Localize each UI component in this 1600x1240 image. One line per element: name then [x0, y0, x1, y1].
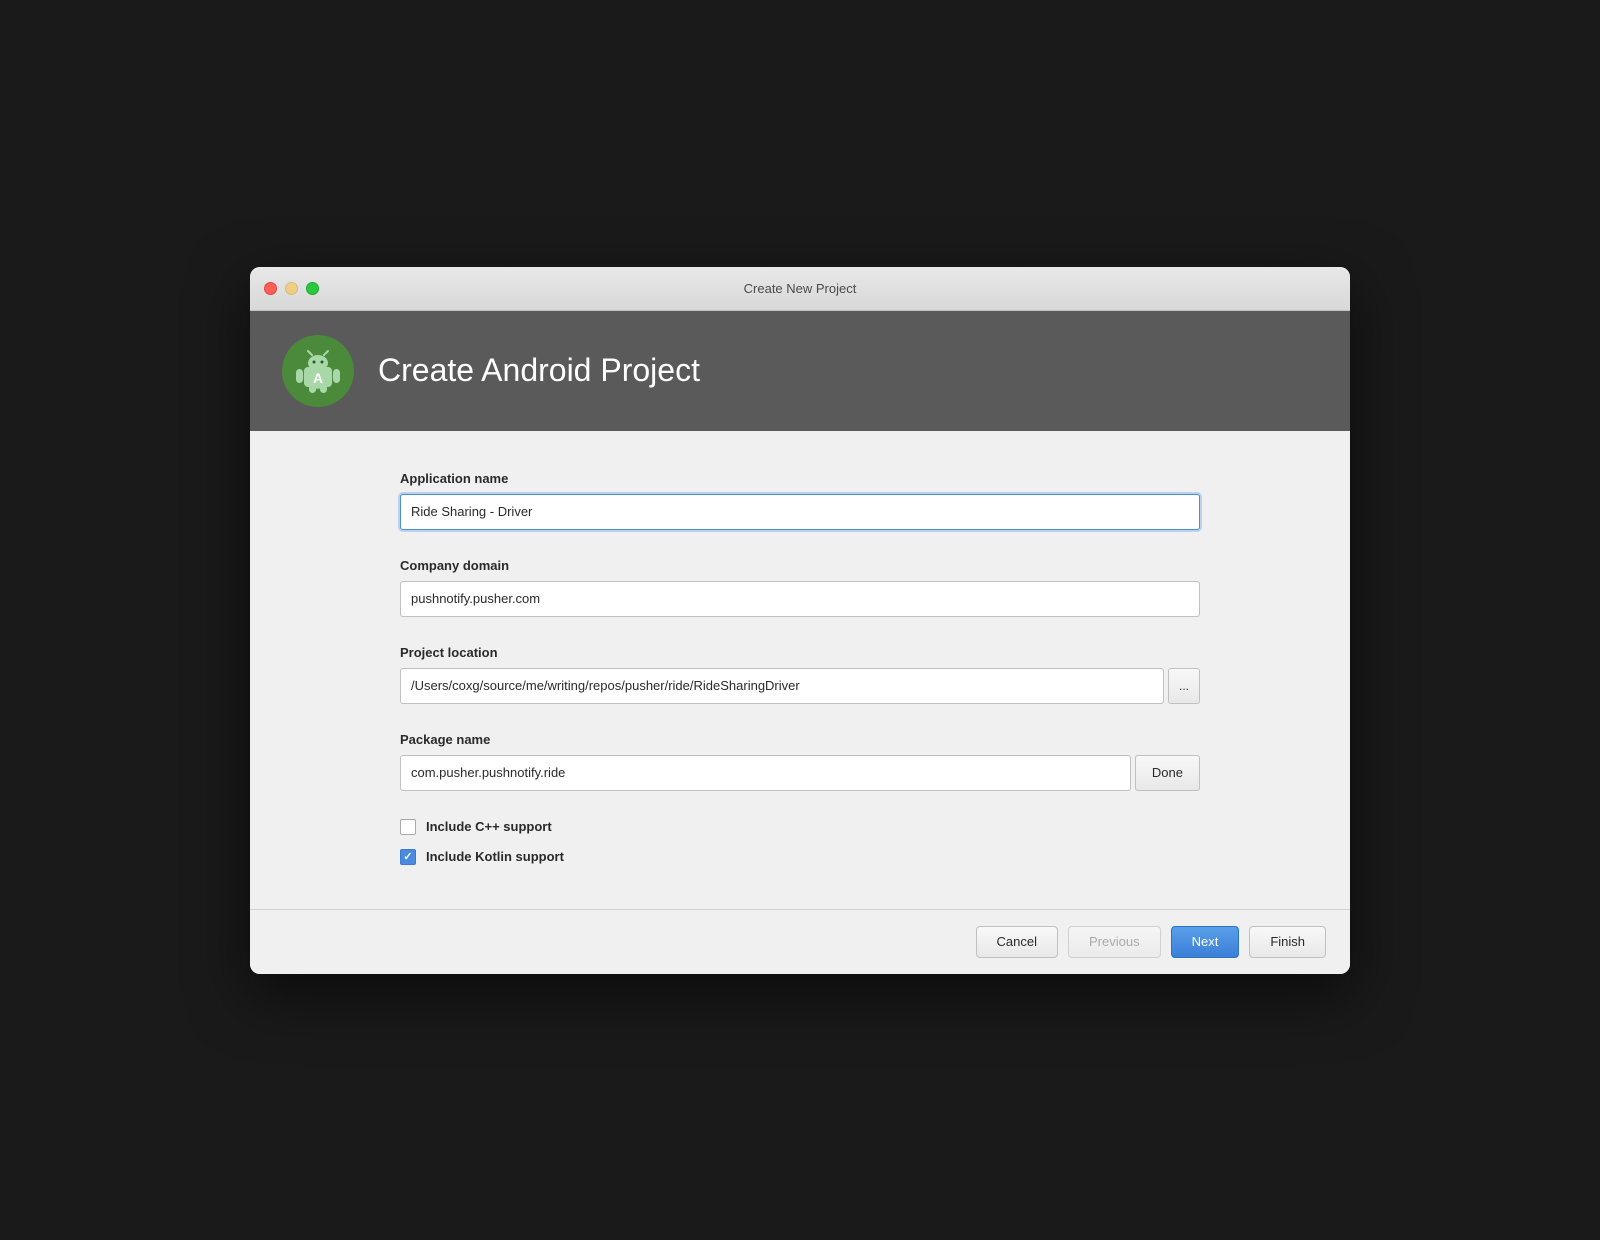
project-location-field-group: Project location ... — [400, 645, 1200, 704]
browse-button[interactable]: ... — [1168, 668, 1200, 704]
minimize-button[interactable] — [285, 282, 298, 295]
kotlin-support-item: Include Kotlin support — [400, 849, 1200, 865]
window-title: Create New Project — [744, 281, 857, 296]
cancel-button[interactable]: Cancel — [976, 926, 1058, 958]
android-studio-logo: A — [282, 335, 354, 407]
project-location-input[interactable] — [400, 668, 1164, 704]
traffic-lights — [264, 282, 319, 295]
done-button[interactable]: Done — [1135, 755, 1200, 791]
kotlin-support-checkbox[interactable] — [400, 849, 416, 865]
cpp-support-label: Include C++ support — [426, 819, 552, 834]
project-location-row: ... — [400, 668, 1200, 704]
previous-button[interactable]: Previous — [1068, 926, 1161, 958]
cpp-support-checkbox[interactable] — [400, 819, 416, 835]
package-name-field-group: Package name Done — [400, 732, 1200, 791]
maximize-button[interactable] — [306, 282, 319, 295]
project-location-label: Project location — [400, 645, 1200, 660]
package-name-row: Done — [400, 755, 1200, 791]
close-button[interactable] — [264, 282, 277, 295]
company-domain-input[interactable] — [400, 581, 1200, 617]
cpp-support-item: Include C++ support — [400, 819, 1200, 835]
app-name-field-group: Application name — [400, 471, 1200, 530]
finish-button[interactable]: Finish — [1249, 926, 1326, 958]
main-window: Create New Project — [250, 267, 1350, 974]
checkboxes-section: Include C++ support Include Kotlin suppo… — [400, 819, 1200, 865]
company-domain-field-group: Company domain — [400, 558, 1200, 617]
page-title: Create Android Project — [378, 352, 700, 389]
dialog-footer: Cancel Previous Next Finish — [250, 909, 1350, 974]
titlebar: Create New Project — [250, 267, 1350, 311]
app-name-input[interactable] — [400, 494, 1200, 530]
app-name-label: Application name — [400, 471, 1200, 486]
svg-text:A: A — [313, 370, 323, 386]
header: A Create Android Project — [250, 311, 1350, 431]
package-name-label: Package name — [400, 732, 1200, 747]
form-content: Application name Company domain Project … — [250, 431, 1350, 909]
company-domain-label: Company domain — [400, 558, 1200, 573]
package-name-input[interactable] — [400, 755, 1131, 791]
next-button[interactable]: Next — [1171, 926, 1240, 958]
kotlin-support-label: Include Kotlin support — [426, 849, 564, 864]
